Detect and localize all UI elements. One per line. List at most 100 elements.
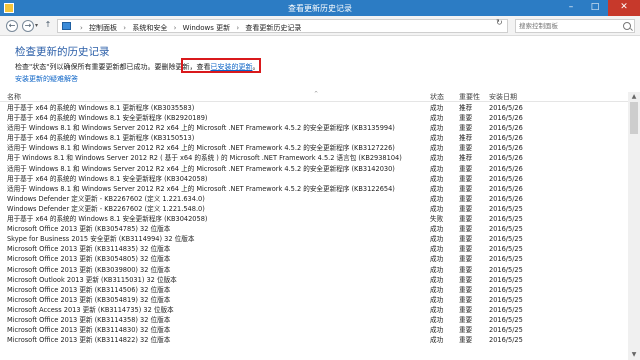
update-date: 2016/5/25 bbox=[489, 245, 523, 254]
search-icon[interactable] bbox=[623, 22, 631, 30]
breadcrumb-item-windows-update[interactable]: Windows 更新 bbox=[183, 24, 230, 32]
breadcrumb[interactable]: › 控制面板 › 系统和安全 › Windows 更新 › 查看更新历史记录 ▾ bbox=[57, 19, 546, 33]
update-status: 成功 bbox=[430, 194, 444, 203]
scroll-thumb[interactable] bbox=[630, 102, 638, 134]
update-name: 用于基于 x64 的系统的 Windows 8.1 安全更新程序 (KB3042… bbox=[7, 215, 208, 224]
update-status: 成功 bbox=[430, 315, 444, 324]
update-importance: 重要 bbox=[459, 215, 473, 224]
breadcrumb-item-control-panel[interactable]: 控制面板 bbox=[89, 24, 117, 32]
update-name: Microsoft Access 2013 更新 (KB3114735) 32 … bbox=[7, 305, 174, 314]
column-header-status[interactable]: 状态 bbox=[430, 92, 444, 102]
table-row[interactable]: 用于基于 x64 的系统的 Windows 8.1 安全更新程序 (KB3042… bbox=[0, 174, 628, 184]
table-row[interactable]: 适用于 Windows 8.1 和 Windows Server 2012 R2… bbox=[0, 123, 628, 133]
recent-locations-chevron-icon[interactable]: ▾ bbox=[35, 22, 38, 29]
update-importance: 重要 bbox=[459, 315, 473, 324]
update-importance: 重要 bbox=[459, 204, 473, 213]
table-row[interactable]: 适用于 Windows 8.1 和 Windows Server 2012 R2… bbox=[0, 184, 628, 194]
update-status: 成功 bbox=[430, 184, 444, 193]
minimize-button[interactable]: – bbox=[560, 0, 582, 16]
table-row[interactable]: 用于基于 x64 的系统的 Windows 8.1 更新程序 (KB315051… bbox=[0, 133, 628, 143]
search-input[interactable] bbox=[519, 21, 619, 31]
table-row[interactable]: Microsoft Office 2013 更新 (KB3114358) 32 … bbox=[0, 315, 628, 325]
column-header-importance[interactable]: 重要性 bbox=[459, 92, 480, 102]
up-arrow-icon[interactable]: ↑ bbox=[42, 20, 54, 32]
table-row[interactable]: Microsoft Outlook 2013 更新 (KB3115031) 32… bbox=[0, 275, 628, 285]
update-date: 2016/5/25 bbox=[489, 265, 523, 274]
breadcrumb-item-system-security[interactable]: 系统和安全 bbox=[132, 24, 167, 32]
update-status: 成功 bbox=[430, 204, 444, 213]
table-row[interactable]: Microsoft Access 2013 更新 (KB3114735) 32 … bbox=[0, 305, 628, 315]
refresh-icon[interactable]: ↻ bbox=[496, 18, 503, 27]
update-date: 2016/5/26 bbox=[489, 144, 523, 153]
update-date: 2016/5/25 bbox=[489, 225, 523, 234]
table-row[interactable]: Skype for Business 2015 安全更新 (KB3114994)… bbox=[0, 234, 628, 244]
table-row[interactable]: 用于基于 x64 的系统的 Windows 8.1 更新程序 (KB303558… bbox=[0, 103, 628, 113]
table-row[interactable]: 适用于 Windows 8.1 和 Windows Server 2012 R2… bbox=[0, 164, 628, 174]
update-date: 2016/5/26 bbox=[489, 184, 523, 193]
maximize-button[interactable]: □ bbox=[584, 0, 606, 16]
table-row[interactable]: 用于基于 x64 的系统的 Windows 8.1 安全更新程序 (KB3042… bbox=[0, 214, 628, 224]
update-importance: 重要 bbox=[459, 326, 473, 335]
troubleshoot-link[interactable]: 安装更新的疑难解答 bbox=[15, 74, 78, 84]
update-name: Microsoft Office 2013 更新 (KB3114835) 32 … bbox=[7, 245, 171, 254]
update-status: 成功 bbox=[430, 255, 444, 264]
update-importance: 重要 bbox=[459, 235, 473, 244]
update-status: 成功 bbox=[430, 305, 444, 314]
update-name: 适用于 Windows 8.1 和 Windows Server 2012 R2… bbox=[7, 164, 395, 173]
window-title: 查看更新历史记录 bbox=[288, 4, 352, 13]
vertical-scrollbar[interactable]: ▲ ▼ bbox=[628, 92, 640, 360]
update-importance: 重要 bbox=[459, 144, 473, 153]
table-row[interactable]: Microsoft Office 2013 更新 (KB3114506) 32 … bbox=[0, 285, 628, 295]
update-name: Windows Defender 定义更新 - KB2267602 (定义 1.… bbox=[7, 194, 205, 203]
update-date: 2016/5/25 bbox=[489, 305, 523, 314]
update-name: Microsoft Office 2013 更新 (KB3114822) 32 … bbox=[7, 336, 171, 345]
update-name: Microsoft Office 2013 更新 (KB3039800) 32 … bbox=[7, 265, 171, 274]
table-row[interactable]: Microsoft Office 2013 更新 (KB3114830) 32 … bbox=[0, 325, 628, 335]
update-date: 2016/5/25 bbox=[489, 295, 523, 304]
update-name: 用于基于 x64 的系统的 Windows 8.1 安全更新程序 (KB2920… bbox=[7, 114, 208, 123]
table-row[interactable]: Microsoft Office 2013 更新 (KB3054805) 32 … bbox=[0, 254, 628, 264]
update-status: 失败 bbox=[430, 215, 444, 224]
breadcrumb-path: › 控制面板 › 系统和安全 › Windows 更新 › 查看更新历史记录 bbox=[76, 23, 301, 33]
update-name: Skype for Business 2015 安全更新 (KB3114994)… bbox=[7, 235, 195, 244]
update-date: 2016/5/26 bbox=[489, 124, 523, 133]
update-date: 2016/5/25 bbox=[489, 336, 523, 345]
table-row[interactable]: Windows Defender 定义更新 - KB2267602 (定义 1.… bbox=[0, 204, 628, 214]
table-row[interactable]: Microsoft Office 2013 更新 (KB3039800) 32 … bbox=[0, 265, 628, 275]
table-header: 名称 ^ 状态 重要性 安装日期 bbox=[0, 91, 628, 102]
update-name: Windows Defender 定义更新 - KB2267602 (定义 1.… bbox=[7, 204, 205, 213]
highlight-box bbox=[181, 58, 261, 73]
update-importance: 重要 bbox=[459, 285, 473, 294]
update-status: 成功 bbox=[430, 275, 444, 284]
search-box[interactable] bbox=[515, 19, 635, 33]
table-row[interactable]: Microsoft Office 2013 更新 (KB3114835) 32 … bbox=[0, 244, 628, 254]
back-arrow-icon[interactable]: ← bbox=[6, 20, 18, 32]
scroll-up-arrow-icon[interactable]: ▲ bbox=[628, 92, 640, 102]
column-header-date[interactable]: 安装日期 bbox=[489, 92, 517, 102]
update-importance: 推荐 bbox=[459, 104, 473, 112]
table-row[interactable]: 用于基于 x64 的系统的 Windows 8.1 安全更新程序 (KB2920… bbox=[0, 113, 628, 123]
update-status: 成功 bbox=[430, 104, 444, 112]
table-row[interactable]: Microsoft Office 2013 更新 (KB3114822) 32 … bbox=[0, 335, 628, 345]
update-name: 用于 Windows 8.1 和 Windows Server 2012 R2 … bbox=[7, 154, 402, 163]
breadcrumb-item-update-history[interactable]: 查看更新历史记录 bbox=[245, 24, 301, 32]
update-date: 2016/5/25 bbox=[489, 204, 523, 213]
table-row[interactable]: Microsoft Office 2013 更新 (KB3054819) 32 … bbox=[0, 295, 628, 305]
table-row[interactable]: 适用于 Windows 8.1 和 Windows Server 2012 R2… bbox=[0, 143, 628, 153]
update-importance: 推荐 bbox=[459, 154, 473, 163]
control-panel-icon bbox=[62, 22, 71, 30]
table-row[interactable]: Windows Defender 定义更新 - KB2267602 (定义 1.… bbox=[0, 194, 628, 204]
update-date: 2016/5/25 bbox=[489, 285, 523, 294]
column-header-name[interactable]: 名称 bbox=[7, 92, 21, 102]
update-status: 成功 bbox=[430, 245, 444, 254]
table-row[interactable]: 用于 Windows 8.1 和 Windows Server 2012 R2 … bbox=[0, 153, 628, 163]
update-importance: 重要 bbox=[459, 245, 473, 254]
update-importance: 重要 bbox=[459, 184, 473, 193]
table-row[interactable]: Microsoft Office 2013 更新 (KB3054785) 32 … bbox=[0, 224, 628, 234]
update-date: 2016/5/25 bbox=[489, 215, 523, 224]
close-button[interactable]: ✕ bbox=[608, 0, 640, 16]
update-date: 2016/5/25 bbox=[489, 275, 523, 284]
forward-arrow-icon[interactable]: → bbox=[22, 20, 34, 32]
scroll-down-arrow-icon[interactable]: ▼ bbox=[628, 350, 640, 360]
update-name: 用于基于 x64 的系统的 Windows 8.1 更新程序 (KB303558… bbox=[7, 104, 195, 112]
